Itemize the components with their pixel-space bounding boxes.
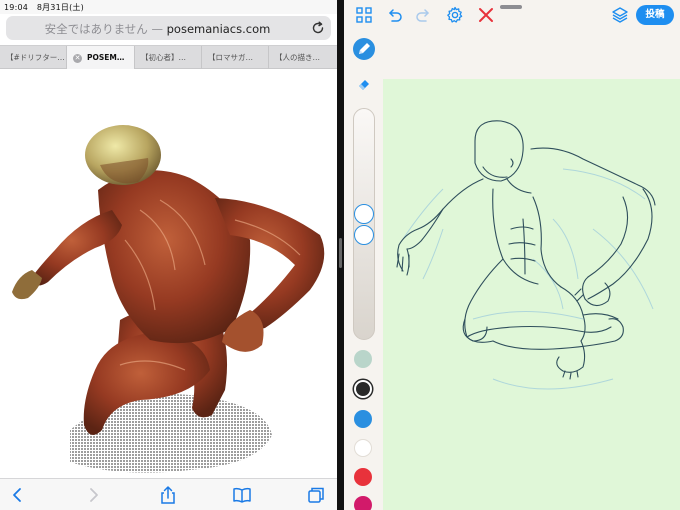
address-text: 安全ではありません — posemaniacs.com (6, 21, 309, 37)
eraser-icon[interactable] (357, 77, 371, 91)
settings-icon[interactable] (446, 6, 464, 24)
brush-size-knob[interactable] (354, 203, 374, 224)
color-swatch-red[interactable] (354, 468, 372, 486)
tab-label: 【#ドリフター… (6, 53, 65, 62)
back-icon[interactable] (8, 485, 28, 505)
tool-column (344, 30, 382, 510)
address-domain: posemaniacs.com (166, 22, 271, 36)
redo-icon[interactable] (415, 6, 433, 24)
tab-label: 【人の描き… (275, 53, 320, 62)
color-swatch-black[interactable] (354, 380, 372, 398)
post-button[interactable]: 投稿 (636, 5, 674, 25)
split-view-divider[interactable] (337, 0, 344, 510)
color-swatch-white[interactable] (354, 439, 372, 457)
drawing-toolbar: 投稿 (344, 0, 680, 30)
tab-1[interactable]: 【#ドリフター… (0, 46, 67, 69)
tab-strip: 【#ドリフター… ✕ POSEM… 【初心者】… 【ロマサガ… 【人の描き… (0, 45, 337, 69)
share-icon[interactable] (158, 485, 178, 505)
tab-active[interactable]: ✕ POSEM… (67, 46, 135, 69)
web-content (0, 70, 337, 478)
brush-opacity-knob[interactable] (354, 224, 374, 245)
layers-icon[interactable] (611, 6, 629, 24)
color-swatch-mint[interactable] (354, 350, 372, 368)
grid-icon[interactable] (355, 6, 373, 24)
color-swatch-magenta[interactable] (354, 496, 372, 510)
tab-5[interactable]: 【人の描き… (269, 46, 337, 69)
color-swatch-blue[interactable] (354, 410, 372, 428)
reload-icon[interactable] (311, 21, 325, 35)
bookmarks-icon[interactable] (232, 485, 252, 505)
tab-label: 【初心者】… (141, 53, 186, 62)
tab-close-icon[interactable]: ✕ (73, 53, 82, 63)
address-separator: — (147, 22, 167, 36)
status-date: 8月31日(土) (36, 3, 84, 12)
grab-handle[interactable] (500, 5, 522, 9)
safari-toolbar (0, 478, 337, 510)
status-time: 19:04 (4, 3, 29, 12)
tab-4[interactable]: 【ロマサガ… (202, 46, 269, 69)
safari-pane: 19:04 8月31日(土) 安全ではありません — posemaniacs.c… (0, 0, 337, 510)
close-icon[interactable] (477, 6, 495, 24)
undo-icon[interactable] (385, 6, 403, 24)
pose-sketch (396, 120, 656, 390)
tab-3[interactable]: 【初心者】… (135, 46, 202, 69)
tab-label: POSEM… (87, 53, 125, 62)
brush-slider[interactable] (353, 108, 375, 340)
drawing-app-pane: 投稿 (344, 0, 680, 510)
forward-icon[interactable] (83, 485, 103, 505)
pen-tool[interactable] (353, 38, 375, 60)
address-bar[interactable]: 安全ではありません — posemaniacs.com (6, 16, 331, 40)
divider-handle[interactable] (339, 238, 342, 268)
pen-icon (359, 43, 370, 54)
tab-label: 【ロマサガ… (208, 53, 253, 62)
security-warning: 安全ではありません (44, 22, 148, 36)
anatomy-muscle-figure (12, 125, 325, 473)
tabs-icon[interactable] (306, 485, 326, 505)
status-bar: 19:04 8月31日(土) (0, 0, 337, 14)
drawing-canvas[interactable] (383, 79, 680, 510)
